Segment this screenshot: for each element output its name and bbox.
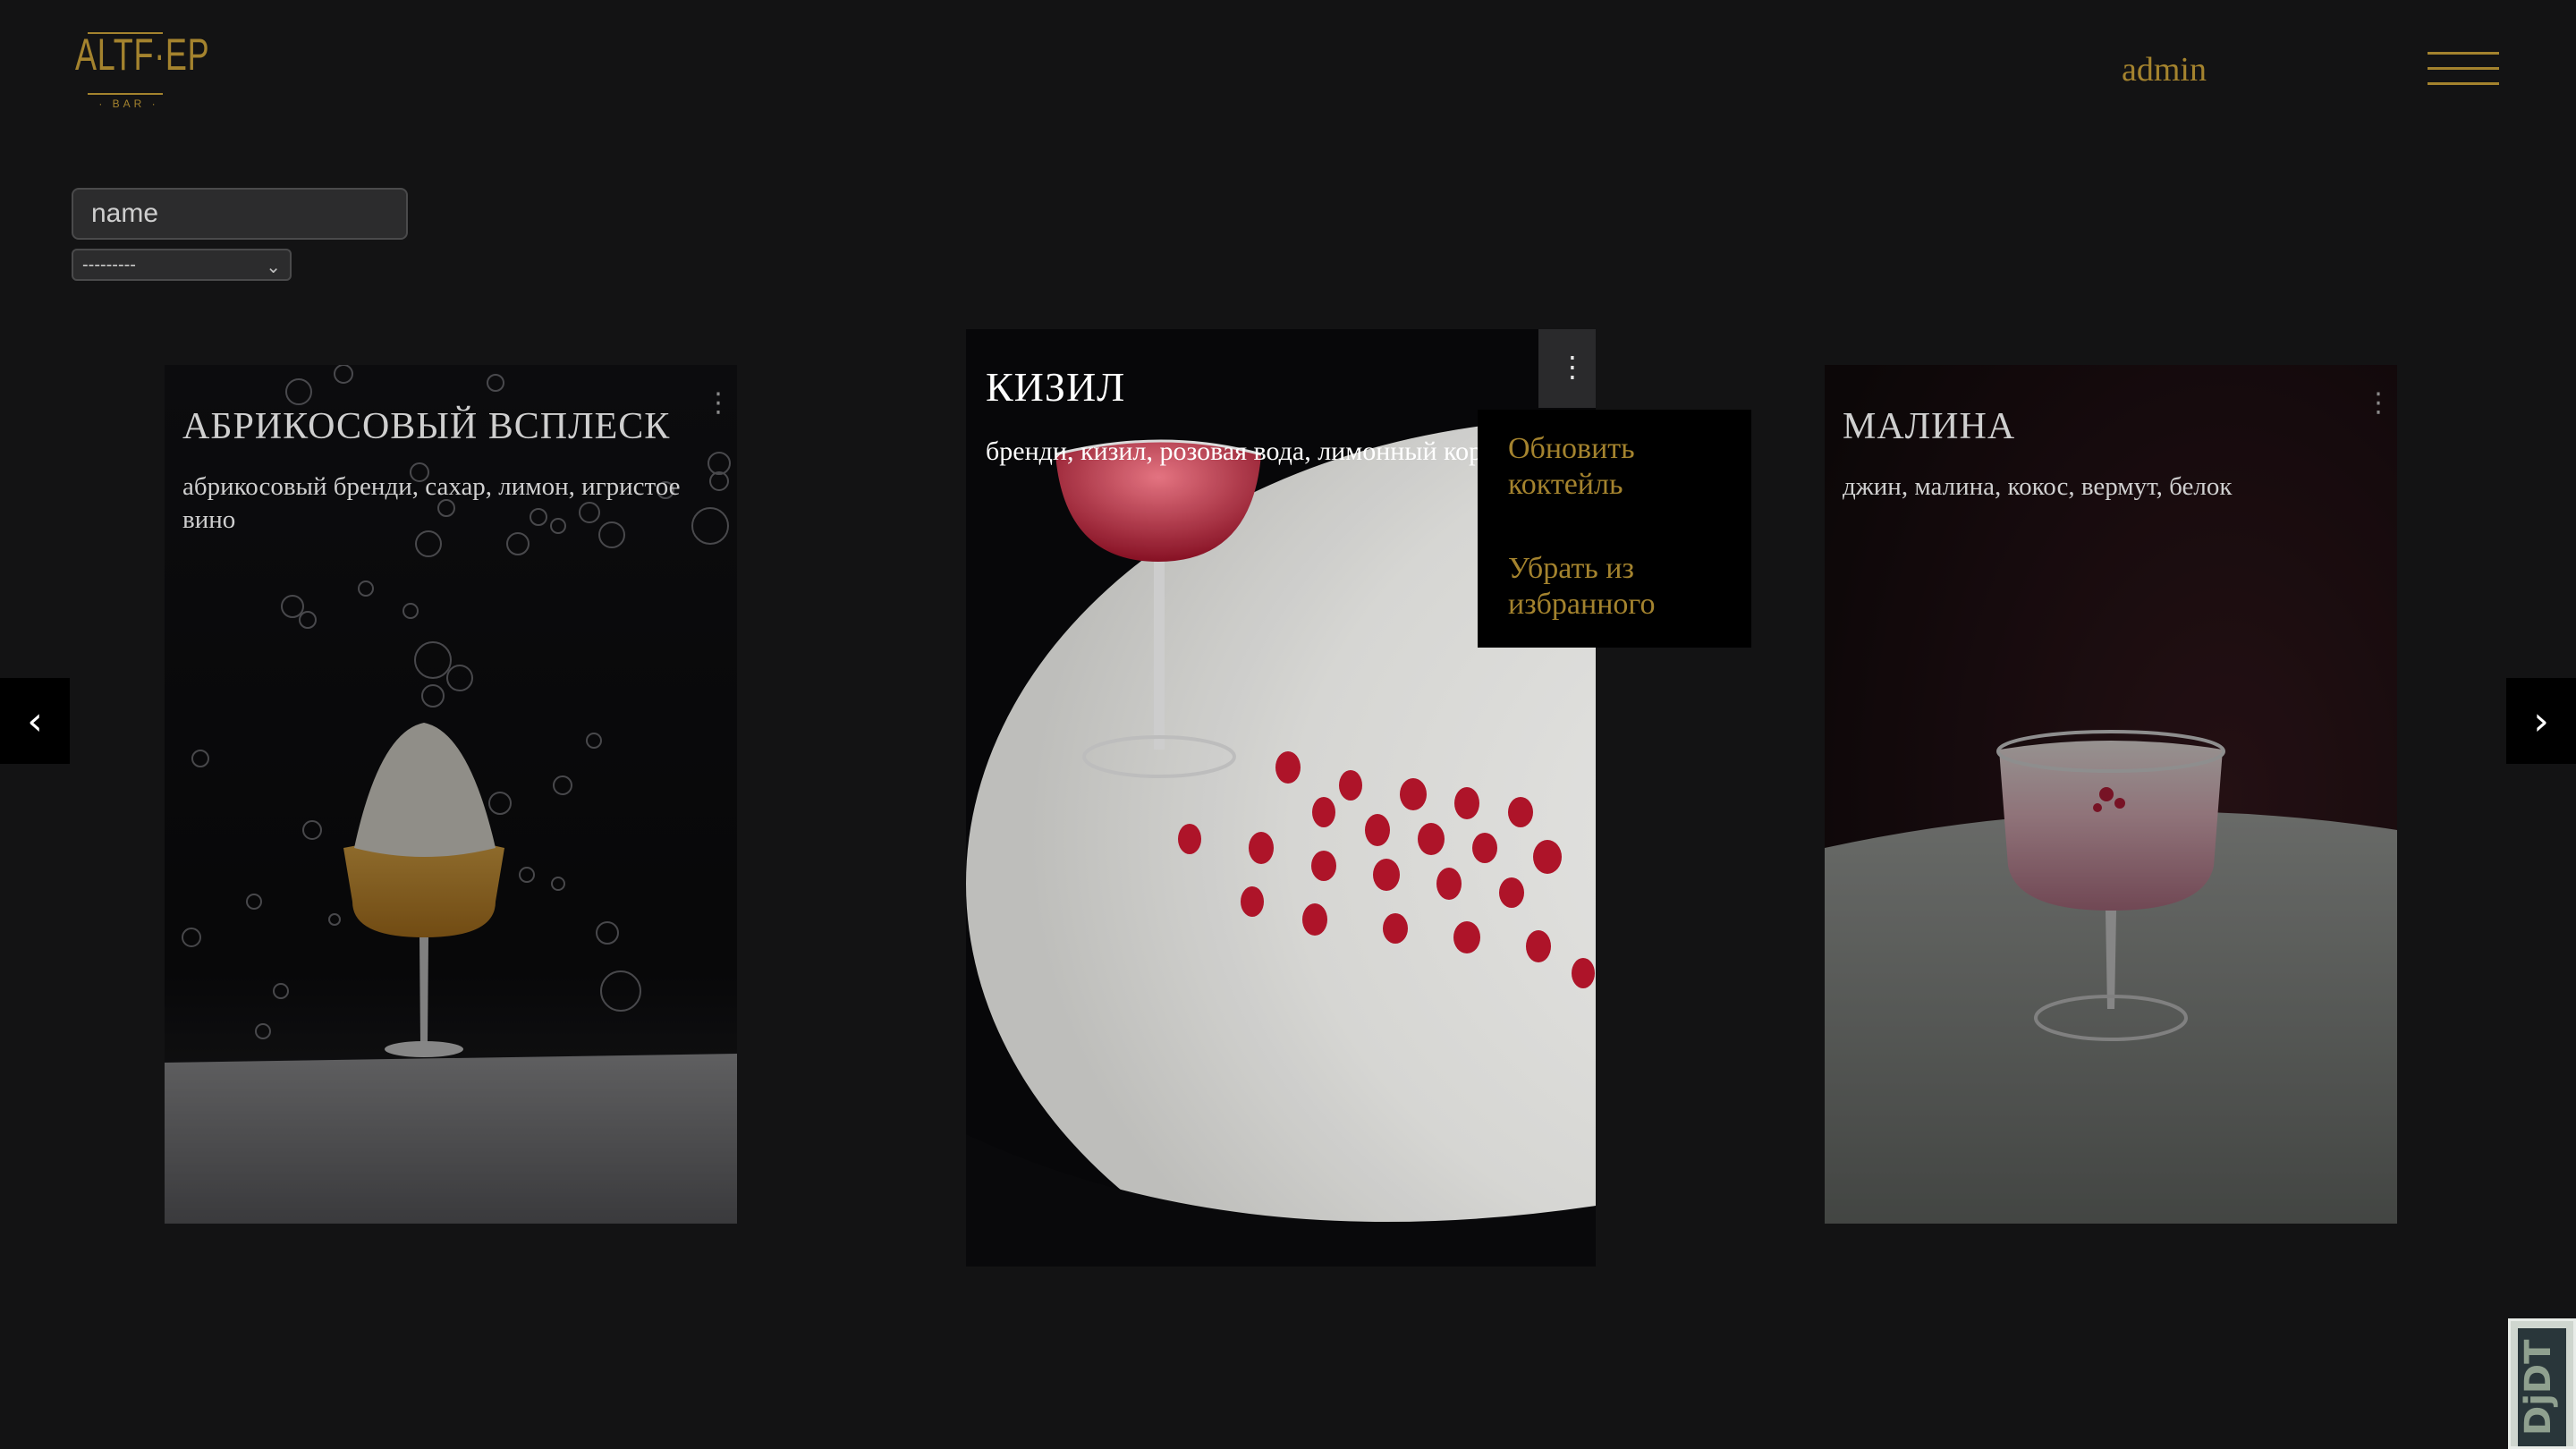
hamburger-line (2428, 52, 2499, 55)
card-menu-button[interactable]: ⋮ (1538, 329, 1596, 408)
cocktail-title: КИЗИЛ (986, 364, 1126, 410)
card-dropdown-menu: Обновить коктейль Убрать из избранного (1478, 410, 1751, 648)
cocktail-card[interactable]: МАЛИНА джин, малина, кокос, вермут, бело… (1825, 365, 2397, 1224)
search-input[interactable] (72, 188, 408, 240)
carousel-next-button[interactable]: › (2506, 678, 2576, 764)
category-select-value: --------- (82, 255, 136, 275)
cocktail-ingredients: джин, малина, кокос, вермут, белок (1843, 472, 2233, 501)
remove-favorite-link[interactable]: Убрать из избранного (1508, 551, 1741, 623)
chevron-down-icon: ⌄ (266, 258, 281, 277)
logo-rule-bottom (88, 93, 163, 95)
kebab-menu-icon[interactable]: ⋮ (705, 390, 732, 417)
cocktail-title: МАЛИНА (1843, 406, 2016, 447)
kebab-menu-icon: ⋮ (1558, 350, 1587, 384)
hamburger-line (2428, 82, 2499, 85)
kebab-menu-icon[interactable]: ⋮ (2365, 390, 2392, 417)
hamburger-line (2428, 67, 2499, 70)
carousel-prev-button[interactable]: ‹ (0, 678, 70, 764)
chevron-right-icon: › (2533, 698, 2549, 744)
chevron-left-icon: ‹ (27, 698, 43, 744)
logo[interactable]: ALTF·EP · BAR · (75, 30, 210, 113)
category-select[interactable]: --------- ⌄ (72, 249, 292, 281)
logo-text: ALTF·EP (75, 30, 210, 80)
user-link[interactable]: admin (2122, 48, 2207, 91)
cocktail-card[interactable]: АБРИКОСОВЫЙ ВСПЛЕСК абрикосовый бренди, … (165, 365, 737, 1224)
cocktail-title: АБРИКОСОВЫЙ ВСПЛЕСК (182, 406, 671, 447)
debug-toolbar-label: DjDT (2518, 1339, 2559, 1436)
hamburger-menu-icon[interactable] (2428, 52, 2499, 86)
cocktail-ingredients: абрикосовый бренди, сахар, лимон, игрист… (182, 472, 681, 534)
logo-subtitle: · BAR · (98, 97, 159, 110)
debug-toolbar-handle[interactable]: DjDT (2508, 1318, 2576, 1449)
update-cocktail-link[interactable]: Обновить коктейль (1508, 431, 1741, 503)
